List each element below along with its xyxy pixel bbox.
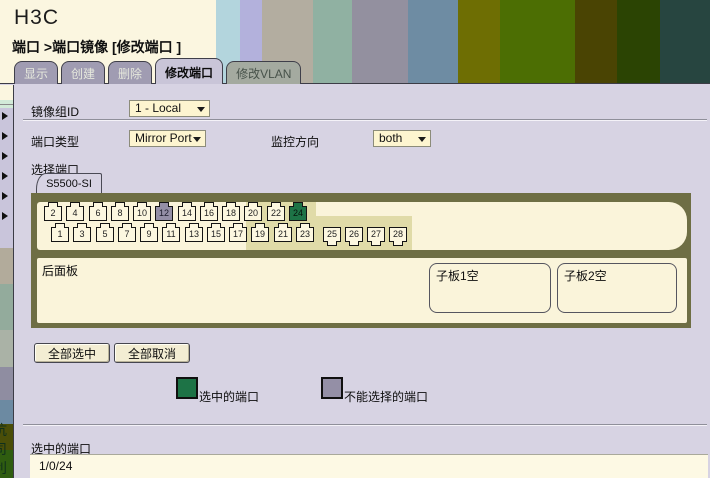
- port-18[interactable]: 18: [222, 206, 240, 221]
- direction-value: both: [379, 131, 402, 145]
- page: H3C 端口 >端口镜像 [修改端口 ] 显示创建删除修改端口修改VLAN 抗司…: [0, 0, 710, 478]
- tab-show[interactable]: 显示: [14, 61, 58, 84]
- device-tab-s5500-si[interactable]: S5500-SI: [36, 173, 102, 194]
- direction-select[interactable]: both: [373, 130, 431, 147]
- port-7[interactable]: 7: [118, 227, 136, 242]
- port-10[interactable]: 10: [133, 206, 151, 221]
- nav-expand-icon[interactable]: [2, 112, 8, 120]
- port-12[interactable]: 12: [155, 206, 173, 221]
- port-1[interactable]: 1: [51, 227, 69, 242]
- nav-arrow-column: [2, 112, 8, 232]
- port-type-select[interactable]: Mirror Port: [129, 130, 206, 147]
- port-28[interactable]: 28: [389, 227, 407, 242]
- daughter-board-2: 子板2空: [557, 263, 677, 313]
- strip-segment: [0, 248, 13, 284]
- port-22[interactable]: 22: [267, 206, 285, 221]
- cancel-all-button[interactable]: 全部取消: [114, 343, 190, 363]
- nav-expand-icon[interactable]: [2, 132, 8, 140]
- port-14[interactable]: 14: [178, 206, 196, 221]
- nav-expand-icon[interactable]: [2, 212, 8, 220]
- nav-text-fragment: 抗: [0, 421, 13, 440]
- selected-ports-output[interactable]: 1/0/24: [30, 454, 708, 478]
- strip-segment: [0, 108, 13, 248]
- button-row: 全部选中 全部取消: [34, 343, 190, 363]
- nav-expand-icon[interactable]: [2, 192, 8, 200]
- nav-text-fragment: 司: [0, 440, 13, 459]
- mirror-group-select[interactable]: 1 - Local: [129, 100, 210, 117]
- mirror-group-label: 镜像组ID: [31, 103, 79, 120]
- port-5[interactable]: 5: [96, 227, 114, 242]
- port-27[interactable]: 27: [367, 227, 385, 242]
- port-21[interactable]: 21: [274, 227, 292, 242]
- strip-segment: [0, 85, 13, 100]
- port-25[interactable]: 25: [323, 227, 341, 242]
- legend-selected-label: 选中的端口: [199, 388, 259, 405]
- divider: [23, 424, 707, 426]
- switch-chassis: 2468101214161820222413579111315171921232…: [31, 193, 691, 328]
- port-11[interactable]: 11: [162, 227, 180, 242]
- front-panel: 2468101214161820222413579111315171921232…: [37, 202, 687, 250]
- port-9[interactable]: 9: [140, 227, 158, 242]
- port-2[interactable]: 2: [44, 206, 62, 221]
- legend-selected-swatch: [176, 377, 198, 399]
- mirror-group-value: 1 - Local: [135, 101, 181, 115]
- legend-unselectable-label: 不能选择的端口: [344, 388, 428, 405]
- port-13[interactable]: 13: [185, 227, 203, 242]
- divider: [23, 119, 707, 121]
- rear-panel: 后面板 子板1空 子板2空: [37, 258, 687, 323]
- strip-segment: [0, 367, 13, 400]
- strip-segment: [0, 284, 13, 330]
- port-4[interactable]: 4: [66, 206, 84, 221]
- port-23[interactable]: 23: [296, 227, 314, 242]
- port-16[interactable]: 16: [200, 206, 218, 221]
- dropdown-arrow-icon: [193, 137, 201, 142]
- nav-expand-icon[interactable]: [2, 152, 8, 160]
- legend-unselectable-swatch: [321, 377, 343, 399]
- direction-label: 监控方向: [271, 133, 319, 150]
- port-type-label: 端口类型: [31, 133, 79, 150]
- strip-segment: [0, 100, 13, 108]
- nav-expand-icon[interactable]: [2, 172, 8, 180]
- port-26[interactable]: 26: [345, 227, 363, 242]
- tab-modify-port[interactable]: 修改端口: [155, 58, 223, 84]
- rear-panel-label: 后面板: [42, 262, 78, 279]
- tab-create[interactable]: 创建: [61, 61, 105, 84]
- top-banner: H3C 端口 >端口镜像 [修改端口 ] 显示创建删除修改端口修改VLAN: [0, 0, 710, 84]
- port-3[interactable]: 3: [73, 227, 91, 242]
- port-8[interactable]: 8: [111, 206, 129, 221]
- select-all-button[interactable]: 全部选中: [34, 343, 110, 363]
- tab-delete[interactable]: 删除: [108, 61, 152, 84]
- strip-segment: [0, 330, 13, 367]
- port-6[interactable]: 6: [89, 206, 107, 221]
- port-17[interactable]: 17: [229, 227, 247, 242]
- dropdown-arrow-icon: [418, 137, 426, 142]
- port-20[interactable]: 20: [244, 206, 262, 221]
- tab-modify-vlan[interactable]: 修改VLAN: [226, 61, 301, 84]
- dropdown-arrow-icon: [197, 107, 205, 112]
- daughter-board-1: 子板1空: [429, 263, 551, 313]
- port-19[interactable]: 19: [251, 227, 269, 242]
- nav-text-fragment: 利: [0, 459, 13, 478]
- tab-bar: 显示创建删除修改端口修改VLAN: [14, 0, 301, 84]
- port-type-value: Mirror Port: [135, 131, 192, 145]
- port-24[interactable]: 24: [289, 206, 307, 221]
- left-nav-text-fragments: 抗司利: [0, 421, 13, 478]
- left-nav-strip: 抗司利: [0, 85, 13, 478]
- port-15[interactable]: 15: [207, 227, 225, 242]
- content-panel: 镜像组ID 1 - Local 端口类型 Mirror Port 监控方向 bo…: [13, 85, 710, 478]
